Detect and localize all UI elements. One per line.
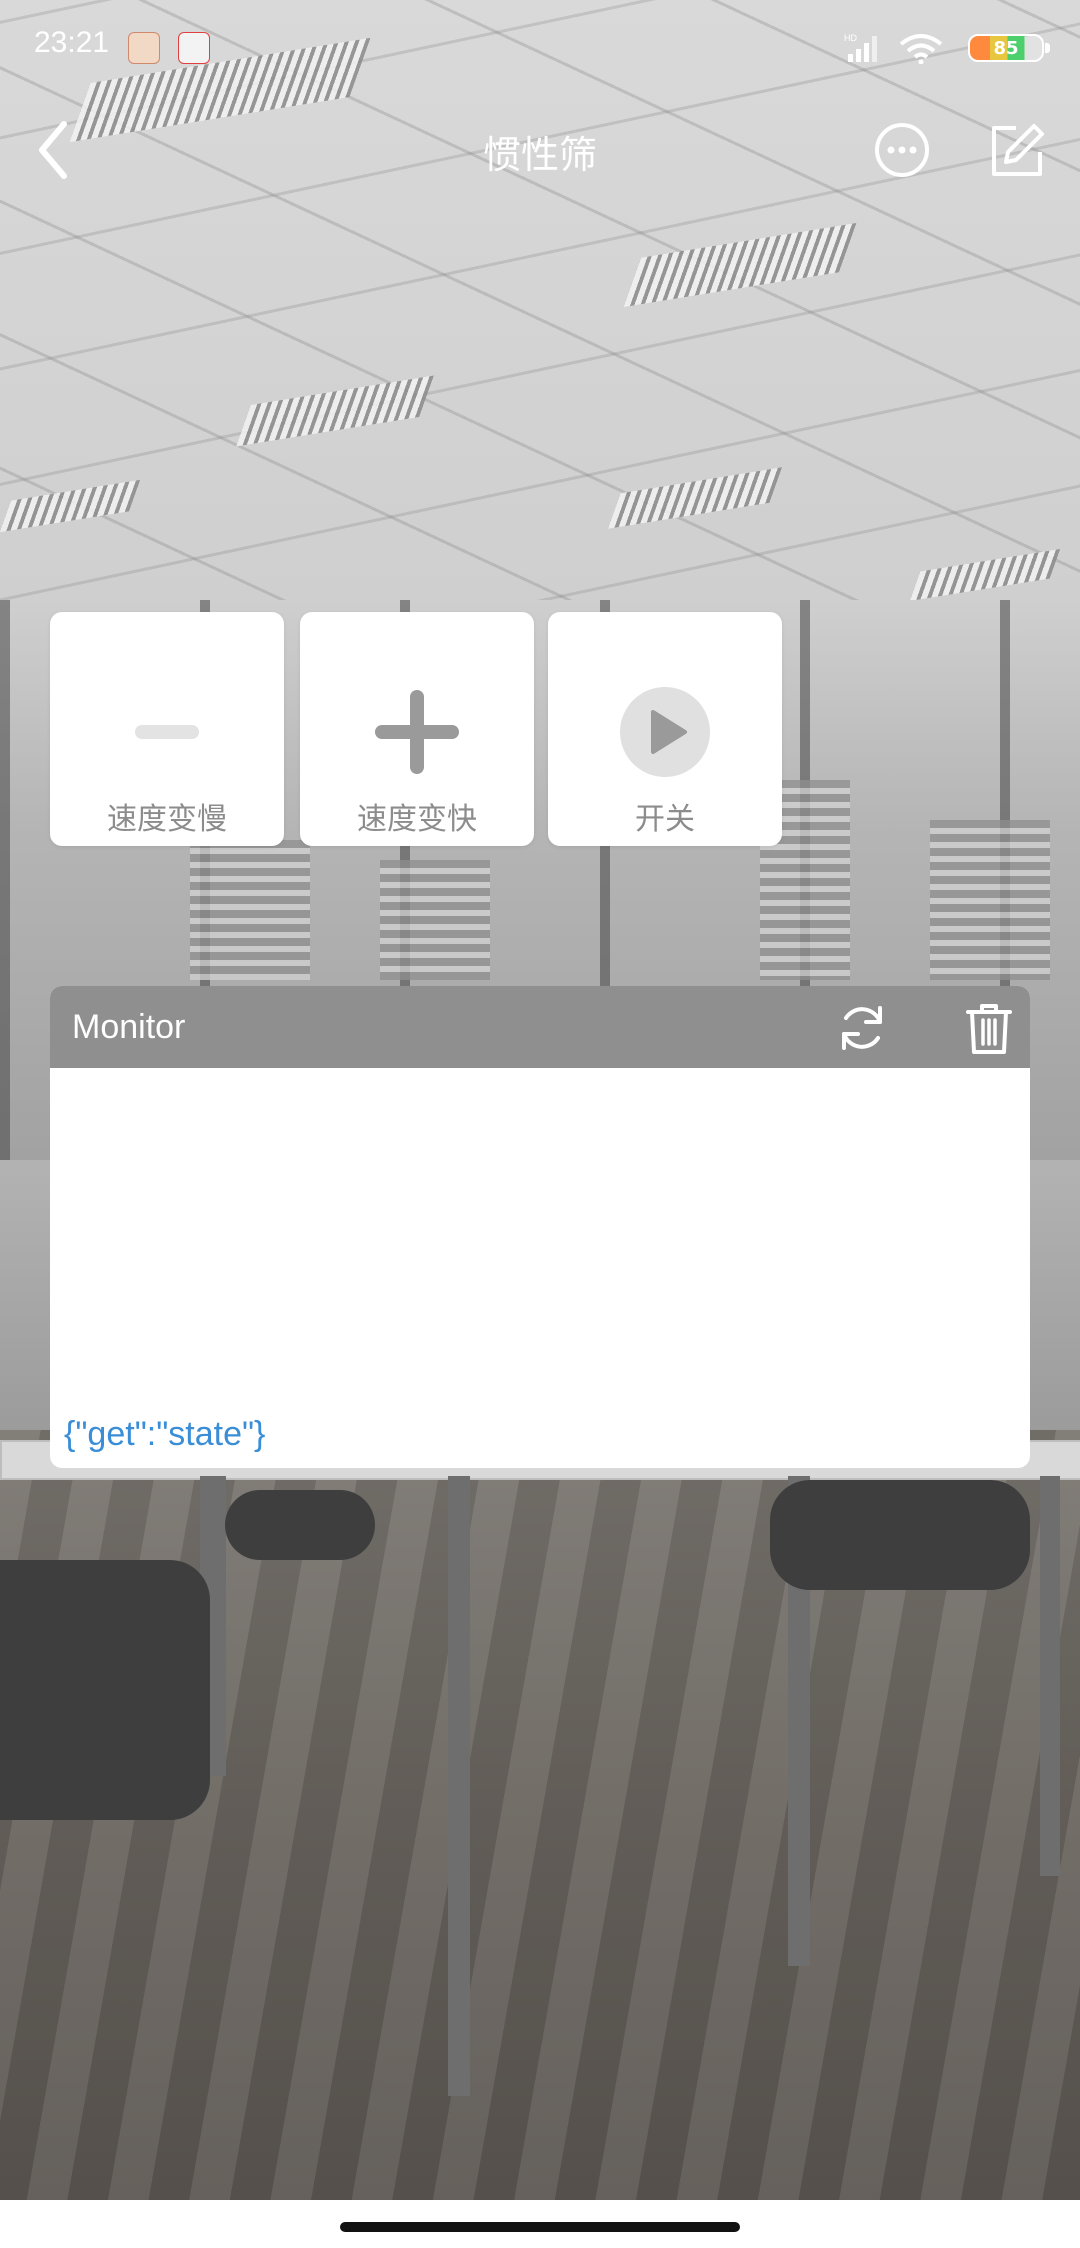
more-button[interactable]	[872, 120, 932, 180]
more-icon	[875, 123, 929, 177]
edit-button[interactable]	[986, 120, 1048, 182]
play-icon	[620, 687, 710, 777]
clear-log-button[interactable]	[964, 1000, 1014, 1056]
app-notification-icon	[128, 32, 160, 64]
trash-icon	[966, 1004, 1012, 1054]
home-indicator[interactable]	[340, 2222, 740, 2232]
chair-decoration	[0, 1560, 210, 1820]
nav-bar: 惯性筛	[0, 100, 1080, 200]
building-decoration	[190, 840, 310, 980]
status-time: 23:21	[34, 26, 110, 59]
chair-decoration	[225, 1490, 375, 1560]
monitor-header: Monitor	[50, 986, 1030, 1068]
refresh-button[interactable]	[834, 1000, 890, 1056]
app-notification-icon-2	[178, 32, 210, 64]
slow-down-label: 速度变慢	[107, 802, 227, 837]
slow-down-button[interactable]: 速度变慢	[50, 612, 284, 846]
signal-icon: HD	[844, 33, 877, 62]
desk-leg	[448, 1476, 470, 2096]
monitor-log-area[interactable]: {"get":"state"}	[50, 1068, 1030, 1468]
log-entry: {"get":"state"}	[64, 1415, 266, 1453]
minus-icon	[135, 725, 199, 739]
status-bar: 23:21 HD 85	[0, 0, 1080, 90]
chair-decoration	[770, 1480, 1030, 1590]
speed-up-button[interactable]: 速度变快	[300, 612, 534, 846]
wifi-icon	[899, 34, 943, 64]
monitor-title: Monitor	[72, 1008, 186, 1046]
monitor-panel: Monitor {"get":"state"}	[50, 986, 1030, 1468]
power-toggle-button[interactable]: 开关	[548, 612, 782, 846]
speed-up-label: 速度变快	[357, 802, 477, 837]
building-decoration	[380, 860, 490, 980]
desk-leg	[1040, 1476, 1060, 1876]
refresh-icon	[842, 1006, 882, 1050]
battery-icon: 85	[968, 34, 1050, 62]
building-decoration	[930, 820, 1050, 980]
battery-level: 85	[993, 37, 1019, 59]
edit-icon	[992, 124, 1044, 176]
power-toggle-label: 开关	[635, 802, 695, 837]
network-label: HD	[844, 33, 857, 43]
plus-icon	[375, 690, 459, 774]
